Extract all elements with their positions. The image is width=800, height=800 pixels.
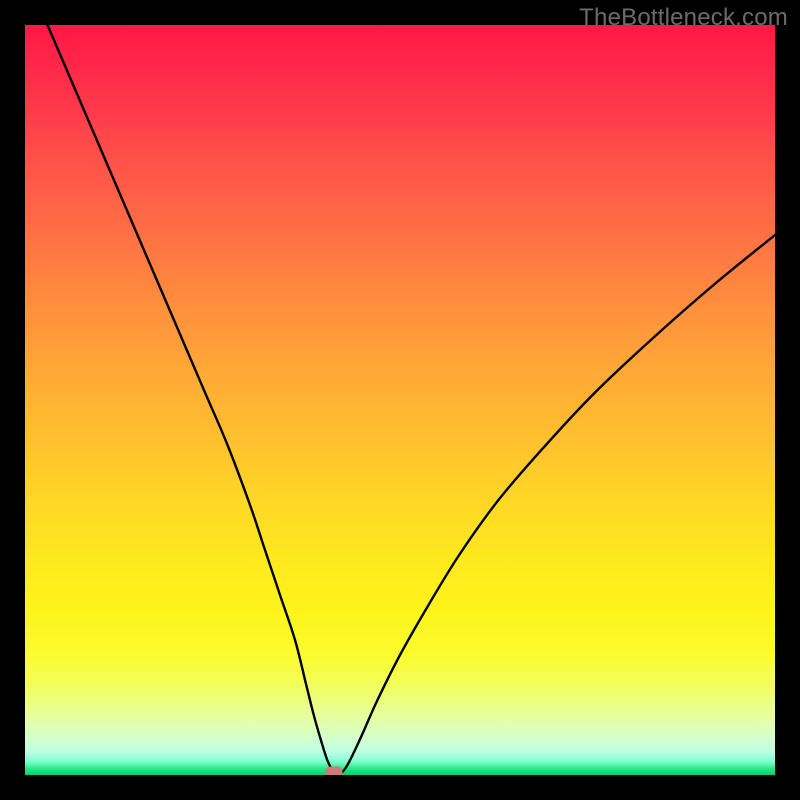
plot-area — [25, 25, 775, 775]
bottleneck-curve — [25, 25, 775, 775]
chart-frame: TheBottleneck.com — [0, 0, 800, 800]
watermark-text: TheBottleneck.com — [579, 4, 788, 32]
optimum-marker — [326, 767, 343, 776]
